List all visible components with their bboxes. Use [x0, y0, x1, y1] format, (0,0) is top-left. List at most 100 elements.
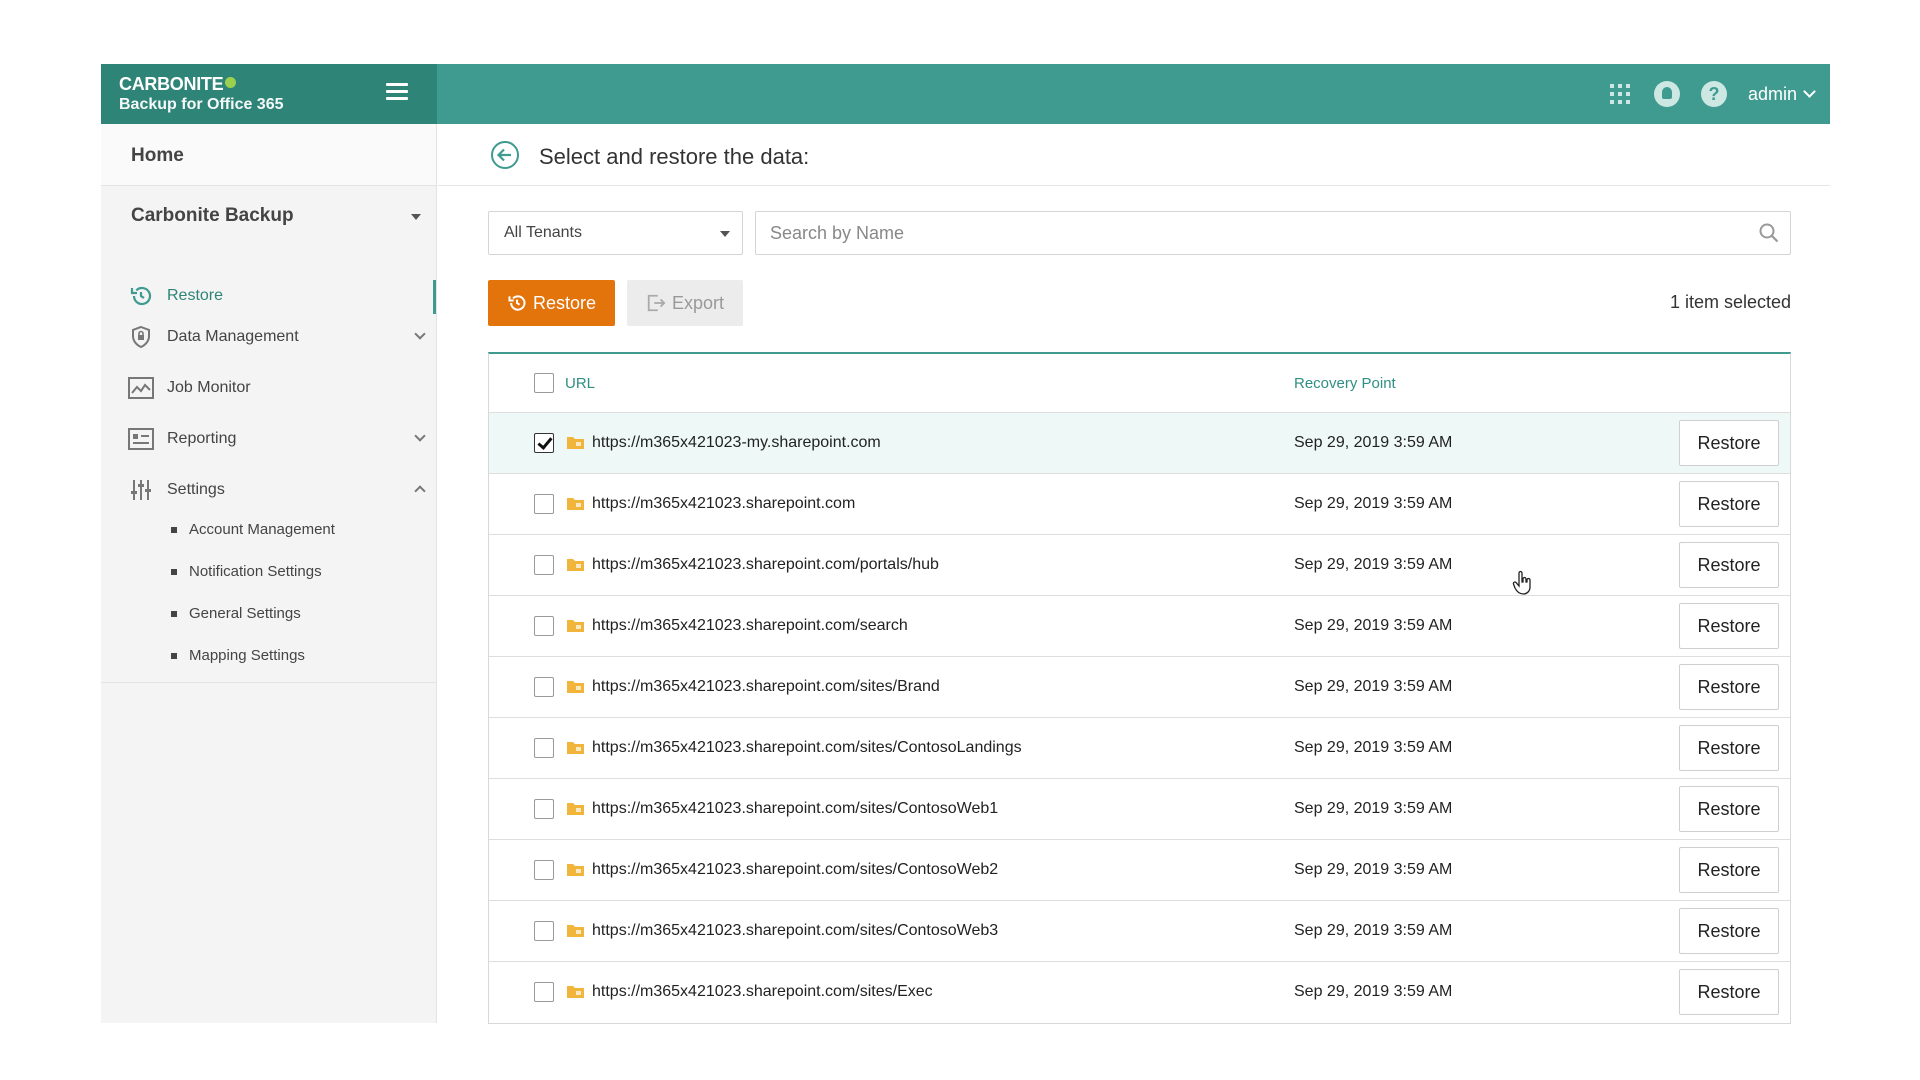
sidebar-item-label: Data Management — [167, 328, 299, 345]
sidebar-item-label: Job Monitor — [167, 379, 251, 396]
table-row[interactable]: https://m365x421023.sharepoint.com/sites… — [489, 657, 1790, 718]
sidebar-item-restore[interactable]: Restore — [101, 274, 436, 318]
row-checkbox[interactable] — [534, 494, 554, 514]
row-checkbox[interactable] — [534, 677, 554, 697]
row-restore-button[interactable]: Restore — [1679, 603, 1779, 649]
row-url: https://m365x421023.sharepoint.com/sites… — [592, 861, 999, 878]
row-url: https://m365x421023.sharepoint.com/sites… — [592, 983, 933, 1000]
row-restore-button[interactable]: Restore — [1679, 786, 1779, 832]
table-header: URL Recovery Point — [489, 354, 1790, 413]
sidebar-item-job-monitor[interactable]: Job Monitor — [101, 366, 436, 410]
sidebar-item-label: Reporting — [167, 430, 237, 447]
sidebar-home[interactable]: Home — [101, 124, 436, 186]
selection-count: 1 item selected — [1669, 292, 1791, 312]
sites-table: URL Recovery Point https://m365x421023-m… — [488, 352, 1791, 1024]
settings-sub-notification-settings[interactable]: Notification Settings — [171, 563, 322, 580]
row-restore-button[interactable]: Restore — [1679, 542, 1779, 588]
tenant-select[interactable]: All Tenants — [488, 211, 743, 255]
brand-logo: CARBONITE — [119, 74, 237, 95]
folder-icon — [567, 742, 584, 754]
row-checkbox[interactable] — [534, 860, 554, 880]
search-icon[interactable] — [1758, 222, 1780, 244]
table-row[interactable]: https://m365x421023.sharepoint.com/searc… — [489, 596, 1790, 657]
row-recovery-point: Sep 29, 2019 3:59 AM — [1294, 495, 1453, 512]
hamburger-menu-icon[interactable] — [386, 83, 408, 103]
table-row[interactable]: https://m365x421023.sharepoint.com/sites… — [489, 718, 1790, 779]
row-restore-button[interactable]: Restore — [1679, 664, 1779, 710]
row-restore-button[interactable]: Restore — [1679, 969, 1779, 1015]
table-row[interactable]: https://m365x421023-my.sharepoint.com Sep… — [489, 413, 1790, 474]
brand-name: CARBONITE — [119, 74, 224, 94]
row-checkbox[interactable] — [534, 982, 554, 1002]
row-checkbox[interactable] — [534, 799, 554, 819]
sidebar-divider — [101, 682, 436, 683]
page-header: Select and restore the data: — [438, 124, 1830, 186]
row-recovery-point: Sep 29, 2019 3:59 AM — [1294, 434, 1453, 451]
user-menu[interactable]: admin — [1747, 83, 1816, 105]
sidebar-item-data-management[interactable]: Data Management — [101, 315, 436, 359]
row-checkbox[interactable] — [534, 921, 554, 941]
folder-icon — [567, 437, 584, 449]
table-row[interactable]: https://m365x421023.sharepoint.com/sites… — [489, 962, 1790, 1023]
folder-icon — [567, 986, 584, 998]
table-row[interactable]: https://m365x421023.sharepoint.com/sites… — [489, 901, 1790, 962]
row-checkbox[interactable] — [534, 738, 554, 758]
sidebar-item-label: Restore — [167, 287, 224, 304]
row-restore-button[interactable]: Restore — [1679, 908, 1779, 954]
folder-icon — [567, 681, 584, 693]
row-checkbox[interactable] — [534, 433, 554, 453]
restore-icon — [508, 295, 526, 311]
sidebar-item-reporting[interactable]: Reporting — [101, 417, 436, 461]
settings-sub-account-management[interactable]: Account Management — [171, 521, 335, 538]
chart-icon — [128, 375, 154, 401]
chevron-up-icon — [414, 485, 426, 497]
row-url: https://m365x421023.sharepoint.com/sites… — [592, 739, 1022, 756]
report-icon — [128, 426, 154, 452]
sidebar: Home Carbonite Backup Restore Data Manag… — [101, 124, 437, 1023]
column-header-url[interactable]: URL — [565, 375, 595, 392]
column-header-recovery-point[interactable]: Recovery Point — [1294, 375, 1396, 392]
caret-down-icon[interactable] — [411, 214, 421, 220]
row-url: https://m365x421023.sharepoint.com — [592, 495, 856, 512]
folder-icon — [567, 925, 584, 937]
row-recovery-point: Sep 29, 2019 3:59 AM — [1294, 617, 1453, 634]
row-restore-button[interactable]: Restore — [1679, 847, 1779, 893]
help-icon[interactable]: ? — [1700, 81, 1727, 107]
settings-sub-mapping-settings[interactable]: Mapping Settings — [171, 647, 305, 664]
table-row[interactable]: https://m365x421023.sharepoint.com/sites… — [489, 779, 1790, 840]
row-url: https://m365x421023.sharepoint.com/sites… — [592, 678, 940, 695]
row-checkbox[interactable] — [534, 555, 554, 575]
apps-grid-icon[interactable] — [1609, 84, 1630, 104]
export-button[interactable]: Export — [627, 280, 743, 326]
row-restore-button[interactable]: Restore — [1679, 481, 1779, 527]
settings-sub-general-settings[interactable]: General Settings — [171, 605, 301, 622]
export-icon — [647, 294, 666, 312]
table-row[interactable]: https://m365x421023.sharepoint.com/sites… — [489, 840, 1790, 901]
folder-icon — [567, 559, 584, 571]
sidebar-section-title[interactable]: Carbonite Backup — [131, 205, 294, 227]
sidebar-item-settings[interactable]: Settings — [101, 468, 436, 512]
table-row[interactable]: https://m365x421023.sharepoint.com Sep 29… — [489, 474, 1790, 535]
select-all-checkbox[interactable] — [534, 373, 554, 393]
restore-button[interactable]: Restore — [488, 280, 615, 326]
table-row[interactable]: https://m365x421023.sharepoint.com/porta… — [489, 535, 1790, 596]
search-input[interactable] — [770, 220, 1730, 246]
row-restore-button[interactable]: Restore — [1679, 420, 1779, 466]
brand-subtitle: Backup for Office 365 — [119, 96, 284, 113]
sidebar-item-label: Settings — [167, 481, 225, 498]
export-button-label: Export — [671, 292, 725, 313]
restore-button-label: Restore — [532, 292, 597, 313]
folder-icon — [567, 620, 584, 632]
row-url: https://m365x421023.sharepoint.com/searc… — [592, 617, 908, 634]
folder-icon — [567, 803, 584, 815]
folder-icon — [567, 498, 584, 510]
row-restore-button[interactable]: Restore — [1679, 725, 1779, 771]
row-checkbox[interactable] — [534, 616, 554, 636]
user-name: admin — [1747, 83, 1797, 104]
row-url: https://m365x421023-my.sharepoint.com — [592, 434, 881, 451]
notification-bell-icon[interactable] — [1653, 81, 1680, 107]
app-window: CARBONITE Backup for Office 365 ? admin … — [101, 64, 1830, 1024]
chevron-down-icon — [414, 328, 426, 340]
top-bar: CARBONITE Backup for Office 365 ? admin — [101, 64, 1830, 124]
back-arrow-icon[interactable] — [490, 140, 520, 170]
